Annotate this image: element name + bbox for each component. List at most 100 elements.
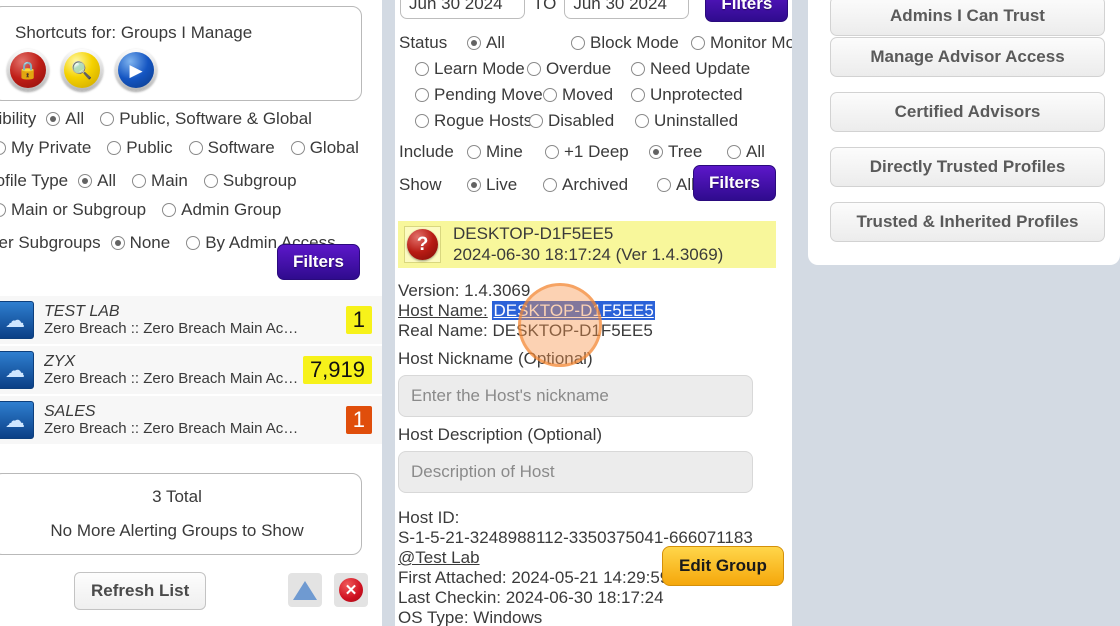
visibility-option-public[interactable]: Public xyxy=(107,138,173,158)
radio-icon[interactable] xyxy=(657,178,671,192)
status-option-pending-move[interactable]: Pending Move xyxy=(415,85,543,105)
triangle-up-icon[interactable] xyxy=(288,573,322,607)
option-label: Monitor Mode xyxy=(710,33,792,52)
manage-advisor-access-button[interactable]: Manage Advisor Access xyxy=(830,37,1105,77)
close-circle-icon[interactable]: ✕ xyxy=(334,573,368,607)
option-label: Admin Group xyxy=(181,199,282,219)
filter-subgroups-label: lter Subgroups xyxy=(0,232,101,252)
radio-icon[interactable] xyxy=(0,140,6,155)
visibility-option-public-software-global[interactable]: Public, Software & Global xyxy=(100,109,312,129)
radio-icon[interactable] xyxy=(415,88,429,102)
include-option-mine[interactable]: Mine xyxy=(467,142,545,162)
host-banner[interactable]: ? DESKTOP-D1F5EE5 2024-06-30 18:17:24 (V… xyxy=(398,221,776,268)
profile-type-option-main-or-subgroup[interactable]: Main or Subgroup xyxy=(0,200,146,220)
profile-type-option-admin-group[interactable]: Admin Group xyxy=(162,200,281,220)
radio-icon[interactable] xyxy=(467,145,481,159)
radio-icon[interactable] xyxy=(545,145,559,159)
option-label: Archived xyxy=(562,175,629,194)
radio-icon[interactable] xyxy=(631,88,645,102)
group-subtitle: Zero Breach :: Zero Breach Main Ac… xyxy=(44,369,299,387)
list-item[interactable]: ☁ TEST LAB Zero Breach :: Zero Breach Ma… xyxy=(0,296,382,346)
status-option-uninstalled[interactable]: Uninstalled xyxy=(635,111,738,131)
edit-group-button[interactable]: Edit Group xyxy=(662,546,784,586)
radio-icon[interactable] xyxy=(543,178,557,192)
host-name-value[interactable]: DESKTOP-D1F5EE5 xyxy=(492,301,655,320)
option-label: Mine xyxy=(486,142,523,161)
status-option-all[interactable]: All xyxy=(467,33,571,53)
profile-type-option-subgroup[interactable]: Subgroup xyxy=(203,171,297,191)
radio-icon[interactable] xyxy=(0,202,6,217)
radio-icon[interactable] xyxy=(107,140,122,155)
status-option-disabled[interactable]: Disabled xyxy=(529,111,649,131)
radio-icon[interactable] xyxy=(100,111,115,126)
status-filter-row-3: Pending Move Moved Unprotected xyxy=(399,82,789,108)
radio-icon[interactable] xyxy=(132,173,147,188)
radio-icon[interactable] xyxy=(78,173,93,188)
status-option-need-update[interactable]: Need Update xyxy=(631,59,750,79)
radio-icon[interactable] xyxy=(691,36,705,50)
lock-icon[interactable]: 🔒 xyxy=(7,49,49,91)
admins-i-can-trust-button[interactable]: Admins I Can Trust xyxy=(830,0,1105,36)
radio-icon[interactable] xyxy=(162,202,177,217)
radio-icon[interactable] xyxy=(186,235,201,250)
radio-icon[interactable] xyxy=(188,140,203,155)
radio-icon[interactable] xyxy=(527,62,541,76)
refresh-list-button[interactable]: Refresh List xyxy=(74,572,207,610)
include-option-all[interactable]: All xyxy=(727,142,765,162)
host-details: Version: 1.4.3069 Host Name: DESKTOP-D1F… xyxy=(398,281,788,493)
radio-icon[interactable] xyxy=(727,145,741,159)
radio-icon[interactable] xyxy=(631,62,645,76)
radio-icon[interactable] xyxy=(46,111,61,126)
radio-icon[interactable] xyxy=(649,145,663,159)
host-nickname-input[interactable] xyxy=(398,375,753,417)
host-description-input[interactable] xyxy=(398,451,753,493)
profile-type-option-main[interactable]: Main xyxy=(132,171,188,191)
status-option-monitor-mode[interactable]: Monitor Mode xyxy=(691,33,792,53)
profile-type-option-all[interactable]: All xyxy=(78,171,116,191)
radio-icon[interactable] xyxy=(110,235,125,250)
status-option-learn-mode[interactable]: Learn Mode xyxy=(415,59,525,79)
list-item[interactable]: ☁ ZYX Zero Breach :: Zero Breach Main Ac… xyxy=(0,346,382,396)
certified-advisors-button[interactable]: Certified Advisors xyxy=(830,92,1105,132)
directly-trusted-profiles-button[interactable]: Directly Trusted Profiles xyxy=(830,147,1105,187)
visibility-option-global[interactable]: Global xyxy=(290,138,359,158)
magnifier-icon[interactable]: 🔍 xyxy=(61,49,103,91)
radio-icon[interactable] xyxy=(415,114,429,128)
status-option-rogue-hosts[interactable]: Rogue Hosts xyxy=(415,111,532,131)
play-icon[interactable]: ▶ xyxy=(115,49,157,91)
radio-icon[interactable] xyxy=(290,140,305,155)
cloud-icon: ☁ xyxy=(0,301,34,339)
radio-icon[interactable] xyxy=(635,114,649,128)
include-option-plus1-deep[interactable]: +1 Deep xyxy=(545,142,649,162)
radio-icon[interactable] xyxy=(543,88,557,102)
radio-icon[interactable] xyxy=(203,173,218,188)
app-root: Shortcuts for: Groups I Manage 🔒 🔍 ▶ sib xyxy=(0,0,1120,626)
real-name-label: Real Name: xyxy=(398,321,488,340)
radio-icon[interactable] xyxy=(529,114,543,128)
date-from-input[interactable] xyxy=(400,0,525,19)
trusted-inherited-profiles-button[interactable]: Trusted & Inherited Profiles xyxy=(830,202,1105,242)
status-option-block-mode[interactable]: Block Mode xyxy=(571,33,691,53)
list-item[interactable]: ☁ SALES Zero Breach :: Zero Breach Main … xyxy=(0,396,382,446)
date-to-input[interactable] xyxy=(564,0,690,19)
visibility-option-my-private[interactable]: My Private xyxy=(0,138,91,158)
visibility-option-software[interactable]: Software xyxy=(188,138,275,158)
left-filters-button[interactable]: Filters xyxy=(276,244,360,280)
visibility-option-all[interactable]: All xyxy=(46,109,84,129)
radio-icon[interactable] xyxy=(467,36,481,50)
radio-icon[interactable] xyxy=(415,62,429,76)
include-option-tree[interactable]: Tree xyxy=(649,142,727,162)
show-option-archived[interactable]: Archived xyxy=(543,175,657,195)
radio-icon[interactable] xyxy=(571,36,585,50)
status-option-overdue[interactable]: Overdue xyxy=(527,59,647,79)
status-option-unprotected[interactable]: Unprotected xyxy=(631,85,743,105)
middle-filters-button[interactable]: Filters xyxy=(693,165,777,201)
host-id-value: S-1-5-21-3248988112-3350375041-666071183 xyxy=(398,528,753,547)
group-name: SALES xyxy=(44,402,96,420)
date-filters-button[interactable]: Filters xyxy=(705,0,789,22)
option-label: Uninstalled xyxy=(654,111,739,130)
show-option-live[interactable]: Live xyxy=(467,175,543,195)
radio-icon[interactable] xyxy=(467,178,481,192)
filter-subgroups-option-none[interactable]: None xyxy=(110,233,170,253)
show-option-all[interactable]: All xyxy=(657,175,695,195)
